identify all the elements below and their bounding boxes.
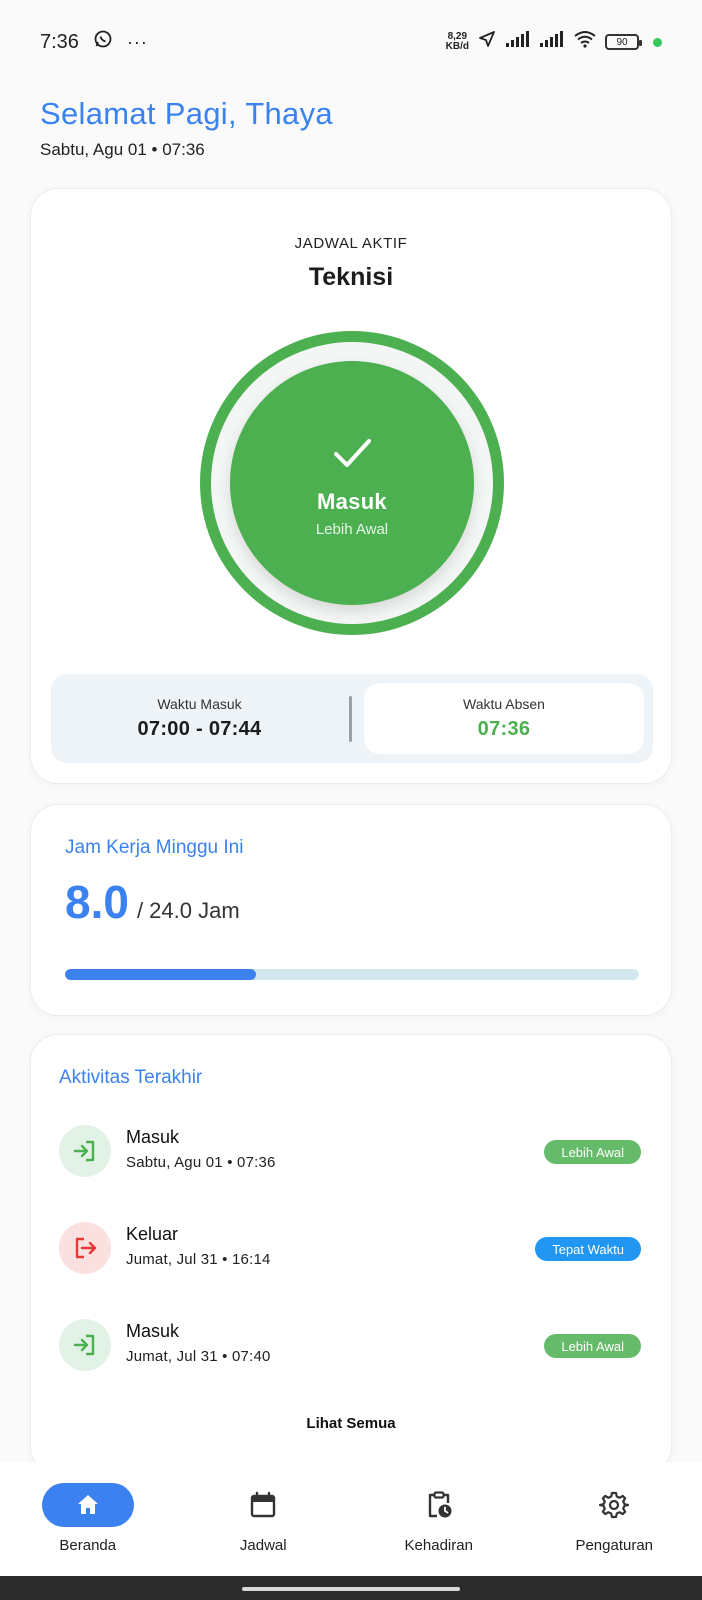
time-in-label: Waktu Masuk — [157, 696, 242, 712]
activity-item[interactable]: Masuk Sabtu, Agu 01 • 07:36 Lebih Awal — [59, 1121, 641, 1181]
weekly-hours-value: 8.0 / 24.0 Jam — [65, 875, 240, 929]
activity-title: Keluar — [126, 1224, 179, 1244]
activity-subtitle: Sabtu, Agu 01 • 07:36 — [126, 1154, 276, 1171]
weekly-hours-title: Jam Kerja Minggu Ini — [65, 837, 244, 858]
recent-activity-title: Aktivitas Terakhir — [59, 1067, 203, 1088]
nav-item-schedule[interactable]: Jadwal — [176, 1462, 352, 1576]
activity-item[interactable]: Keluar Jumat, Jul 31 • 16:14 Tepat Waktu — [59, 1218, 641, 1278]
activity-subtitle: Jumat, Jul 31 • 07:40 — [126, 1348, 271, 1365]
activity-title: Masuk — [126, 1127, 180, 1147]
more-dots-icon: ··· — [126, 31, 148, 52]
net-speed: 8,29 KB/d — [445, 31, 469, 52]
nav-label: Pengaturan — [575, 1537, 654, 1554]
nav-item-settings[interactable]: Pengaturan — [527, 1462, 702, 1576]
recent-activity-card: Aktivitas Terakhir Masuk Sabtu, Agu 01 •… — [30, 1034, 672, 1474]
nav-label: Kehadiran — [404, 1537, 473, 1554]
active-schedule-card: JADWAL AKTIF Teknisi Masuk Lebih Awal Wa… — [30, 188, 672, 784]
greeting-date: Sabtu, Agu 01 • 07:36 — [40, 140, 205, 159]
activity-badge: Lebih Awal — [544, 1140, 641, 1164]
status-sub: Lebih Awal — [315, 520, 389, 538]
signal-icon — [505, 30, 531, 54]
hours-worked: 8.0 — [65, 876, 129, 928]
nav-label: Jadwal — [239, 1537, 287, 1554]
logout-icon — [59, 1222, 111, 1274]
schedule-name: Teknisi — [308, 263, 394, 291]
system-navigation-bar — [0, 1576, 702, 1600]
battery-icon: 90 — [605, 34, 642, 50]
nav-item-attendance[interactable]: Kehadiran — [351, 1462, 527, 1576]
login-icon — [59, 1125, 111, 1177]
check-icon — [334, 438, 371, 467]
see-all-link[interactable]: Lihat Semua — [31, 1415, 671, 1432]
location-arrow-icon — [477, 29, 497, 55]
login-icon — [59, 1319, 111, 1371]
home-icon — [77, 1495, 98, 1514]
status-bar: 7:36 ··· 8,29 KB/d 90 — [0, 0, 702, 84]
status-time: 7:36 — [40, 30, 79, 53]
hours-progress-bar — [65, 969, 639, 980]
calendar-icon — [251, 1491, 276, 1518]
hours-progress-fill — [65, 969, 257, 980]
activity-title: Masuk — [126, 1321, 180, 1341]
greeting-title: Selamat Pagi, Thaya — [40, 96, 333, 131]
whatsapp-icon — [93, 29, 113, 55]
signal-icon-2 — [539, 30, 565, 54]
schedule-label: JADWAL AKTIF — [294, 235, 408, 252]
nav-label: Beranda — [59, 1537, 117, 1554]
activity-item[interactable]: Masuk Jumat, Jul 31 • 07:40 Lebih Awal — [59, 1315, 641, 1375]
attendance-time-label: Waktu Absen — [463, 696, 545, 712]
attendance-time-section: Waktu Absen 07:36 — [364, 683, 644, 754]
attendance-time-value: 07:36 — [477, 718, 531, 740]
greeting-header: Selamat Pagi, Thaya Sabtu, Agu 01 • 07:3… — [40, 96, 333, 160]
clipboard-clock-icon — [428, 1491, 452, 1518]
divider — [349, 696, 352, 742]
attendance-status-button[interactable]: Masuk Lebih Awal — [200, 331, 504, 635]
gear-icon — [599, 1491, 630, 1519]
time-in-section: Waktu Masuk 07:00 - 07:44 — [51, 674, 348, 763]
time-info-box: Waktu Masuk 07:00 - 07:44 Waktu Absen 07… — [51, 674, 653, 763]
activity-badge: Tepat Waktu — [535, 1237, 641, 1261]
nav-pill-active — [41, 1483, 134, 1527]
weekly-hours-card: Jam Kerja Minggu Ini 8.0 / 24.0 Jam — [30, 804, 672, 1016]
activity-subtitle: Jumat, Jul 31 • 16:14 — [126, 1251, 271, 1268]
privacy-dot — [653, 37, 662, 47]
bottom-navigation: Beranda Jadwal Kehadiran Pengaturan — [0, 1462, 702, 1576]
nav-item-home[interactable]: Beranda — [0, 1462, 176, 1576]
wifi-icon — [573, 30, 597, 54]
time-in-value: 07:00 - 07:44 — [137, 718, 262, 740]
hours-total: / 24.0 Jam — [136, 898, 240, 923]
status-main: Masuk — [317, 488, 387, 514]
home-gesture-handle[interactable] — [242, 1587, 460, 1591]
activity-badge: Lebih Awal — [544, 1334, 641, 1358]
